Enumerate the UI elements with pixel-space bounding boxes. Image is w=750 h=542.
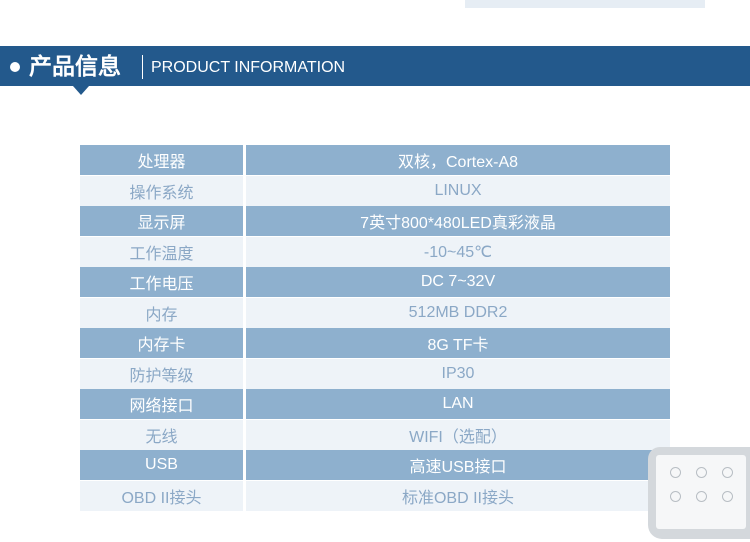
spec-row-display: 显示屏 7英寸800*480LED真彩液晶 — [80, 206, 670, 237]
spec-value: DC 7~32V — [244, 267, 670, 298]
spec-key: 网络接口 — [80, 389, 246, 420]
spec-key: OBD II接头 — [80, 480, 246, 511]
spec-key: 工作温度 — [80, 236, 246, 267]
spec-key: 内存 — [80, 297, 246, 328]
spec-value: 双核，Cortex-A8 — [244, 145, 670, 176]
spec-value: 标准OBD II接头 — [244, 480, 670, 511]
spec-key: 无线 — [80, 419, 246, 450]
spec-value: 高速USB接口 — [244, 450, 670, 481]
spec-key: 处理器 — [80, 145, 246, 176]
section-title-en: PRODUCT INFORMATION — [151, 59, 346, 76]
spec-value: -10~45℃ — [244, 236, 670, 267]
spec-key: 显示屏 — [80, 206, 246, 237]
spec-row-processor: 处理器 双核，Cortex-A8 — [80, 145, 670, 176]
spec-value: LINUX — [244, 175, 670, 206]
spec-key: 操作系统 — [80, 175, 246, 206]
spec-key: 内存卡 — [80, 328, 246, 359]
spec-value: 7英寸800*480LED真彩液晶 — [244, 206, 670, 237]
spec-value: 512MB DDR2 — [244, 297, 670, 328]
spec-row-wireless: 无线 WIFI（选配） — [80, 419, 670, 450]
top-strip — [465, 0, 705, 8]
spec-row-network: 网络接口 LAN — [80, 389, 670, 420]
spec-value: IP30 — [244, 358, 670, 389]
spec-key: 工作电压 — [80, 267, 246, 298]
spec-row-memory-card: 内存卡 8G TF卡 — [80, 328, 670, 359]
banner-pointer — [73, 86, 89, 95]
title-divider — [142, 55, 143, 79]
spec-row-obd: OBD II接头 标准OBD II接头 — [80, 480, 670, 511]
spec-row-protection: 防护等级 IP30 — [80, 358, 670, 389]
spec-value: LAN — [244, 389, 670, 420]
spec-row-usb: USB 高速USB接口 — [80, 450, 670, 481]
spec-row-os: 操作系统 LINUX — [80, 175, 670, 206]
spec-row-voltage: 工作电压 DC 7~32V — [80, 267, 670, 298]
spec-value: WIFI（选配） — [244, 419, 670, 450]
spec-value: 8G TF卡 — [244, 328, 670, 359]
device-screen — [656, 455, 746, 529]
spec-table: 处理器 双核，Cortex-A8 操作系统 LINUX 显示屏 7英寸800*4… — [80, 145, 670, 511]
device-image — [648, 447, 750, 539]
spec-row-temperature: 工作温度 -10~45℃ — [80, 236, 670, 267]
spec-row-memory: 内存 512MB DDR2 — [80, 297, 670, 328]
spec-key: 防护等级 — [80, 358, 246, 389]
bullet-dot-icon — [10, 62, 20, 72]
section-title-cn: 产品信息 — [29, 54, 121, 80]
spec-key: USB — [80, 450, 246, 481]
